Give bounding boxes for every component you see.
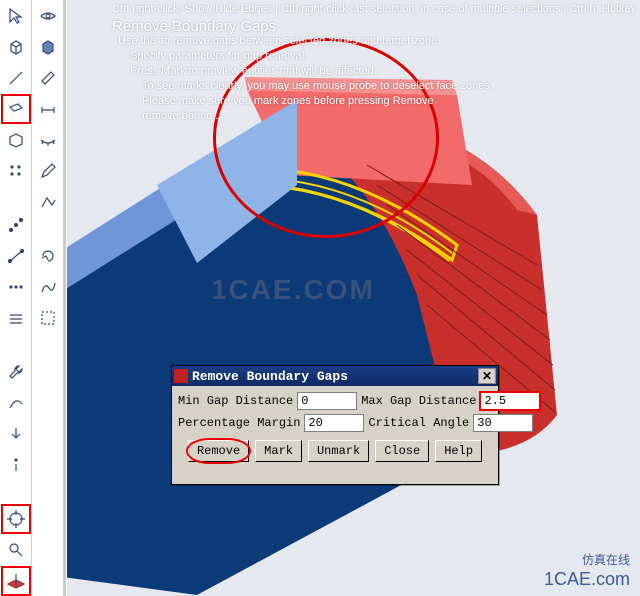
rectangle-icon[interactable] bbox=[1, 94, 31, 124]
target-icon[interactable] bbox=[1, 504, 31, 534]
loop-icon[interactable] bbox=[33, 241, 63, 271]
label-max-gap: Max Gap Distance bbox=[361, 394, 476, 408]
section-icon[interactable] bbox=[1, 566, 31, 596]
close-icon[interactable]: ✕ bbox=[478, 368, 496, 384]
wrench-icon[interactable] bbox=[1, 357, 31, 387]
toolbar-left-2 bbox=[32, 0, 64, 596]
input-margin[interactable] bbox=[304, 414, 364, 432]
label-angle: Critical Angle bbox=[368, 416, 469, 430]
viewport-3d[interactable]: Ctrl right-click: Show/Hide Edges | Ctrl… bbox=[67, 0, 640, 596]
hint-title: Remove Boundary Gaps bbox=[112, 19, 636, 34]
hint-line: Specify parameters for gap removal. bbox=[130, 49, 636, 64]
probe-icon[interactable] bbox=[1, 535, 31, 565]
remove-button[interactable]: Remove bbox=[188, 440, 249, 462]
dialog-title-text: Remove Boundary Gaps bbox=[192, 369, 348, 384]
watermark-center: 1CAE.COM bbox=[211, 274, 375, 306]
path-icon[interactable] bbox=[33, 272, 63, 302]
toolbar-left-1 bbox=[0, 0, 32, 596]
label-margin: Percentage Margin bbox=[178, 416, 300, 430]
line-icon[interactable] bbox=[1, 63, 31, 93]
hint-shortcuts: Ctrl right-click: Show/Hide Edges | Ctrl… bbox=[112, 2, 636, 17]
nodes-icon[interactable] bbox=[1, 210, 31, 240]
label-min-gap: Min Gap Distance bbox=[178, 394, 293, 408]
sketch-icon[interactable] bbox=[33, 187, 63, 217]
input-angle[interactable] bbox=[473, 414, 533, 432]
dialog-icon bbox=[174, 369, 188, 383]
close-button[interactable]: Close bbox=[375, 440, 429, 462]
input-min-gap[interactable] bbox=[297, 392, 357, 410]
measure-icon[interactable] bbox=[33, 63, 63, 93]
arrow-down-icon[interactable] bbox=[1, 419, 31, 449]
dialog-buttons: Remove Mark Unmark Close Help bbox=[178, 440, 492, 462]
edge-icon[interactable] bbox=[33, 94, 63, 124]
info-icon[interactable] bbox=[1, 450, 31, 480]
hint-line: remove bound... bbox=[142, 109, 636, 124]
mark-button[interactable]: Mark bbox=[255, 440, 302, 462]
eye-icon[interactable] bbox=[33, 1, 63, 31]
hint-line: Please make sure you mark zones before p… bbox=[142, 94, 636, 109]
dialog-remove-boundary-gaps: Remove Boundary Gaps ✕ Min Gap Distance … bbox=[171, 365, 499, 485]
cursor-icon[interactable] bbox=[1, 1, 31, 31]
dots-icon[interactable] bbox=[1, 156, 31, 186]
cube-icon[interactable] bbox=[1, 32, 31, 62]
hint-overlay: Ctrl right-click: Show/Hide Edges | Ctrl… bbox=[112, 2, 636, 124]
hint-line: To see marks clearly, you may use mouse … bbox=[142, 79, 636, 94]
solid-icon[interactable] bbox=[33, 32, 63, 62]
dialog-body: Min Gap Distance Max Gap Distance Percen… bbox=[172, 386, 498, 466]
dialog-titlebar[interactable]: Remove Boundary Gaps ✕ bbox=[172, 366, 498, 386]
input-max-gap[interactable] bbox=[480, 392, 540, 410]
hint-line: Use this to remove gaps between selected… bbox=[118, 34, 636, 49]
help-button[interactable]: Help bbox=[435, 440, 482, 462]
hint-line: Press Mark to preview entities that will… bbox=[130, 64, 636, 79]
select-icon[interactable] bbox=[33, 303, 63, 333]
eye-closed-icon[interactable] bbox=[33, 125, 63, 155]
curve-icon[interactable] bbox=[1, 388, 31, 418]
box-icon[interactable] bbox=[1, 125, 31, 155]
segment-icon[interactable] bbox=[1, 241, 31, 271]
pencil-icon[interactable] bbox=[33, 156, 63, 186]
toolbar-separator bbox=[64, 0, 66, 596]
watermark-brand-cn: 仿真在线 bbox=[582, 551, 630, 568]
points-icon[interactable] bbox=[1, 272, 31, 302]
lines-h-icon[interactable] bbox=[1, 303, 31, 333]
unmark-button[interactable]: Unmark bbox=[308, 440, 369, 462]
watermark-brand-url: 1CAE.com bbox=[544, 569, 630, 590]
